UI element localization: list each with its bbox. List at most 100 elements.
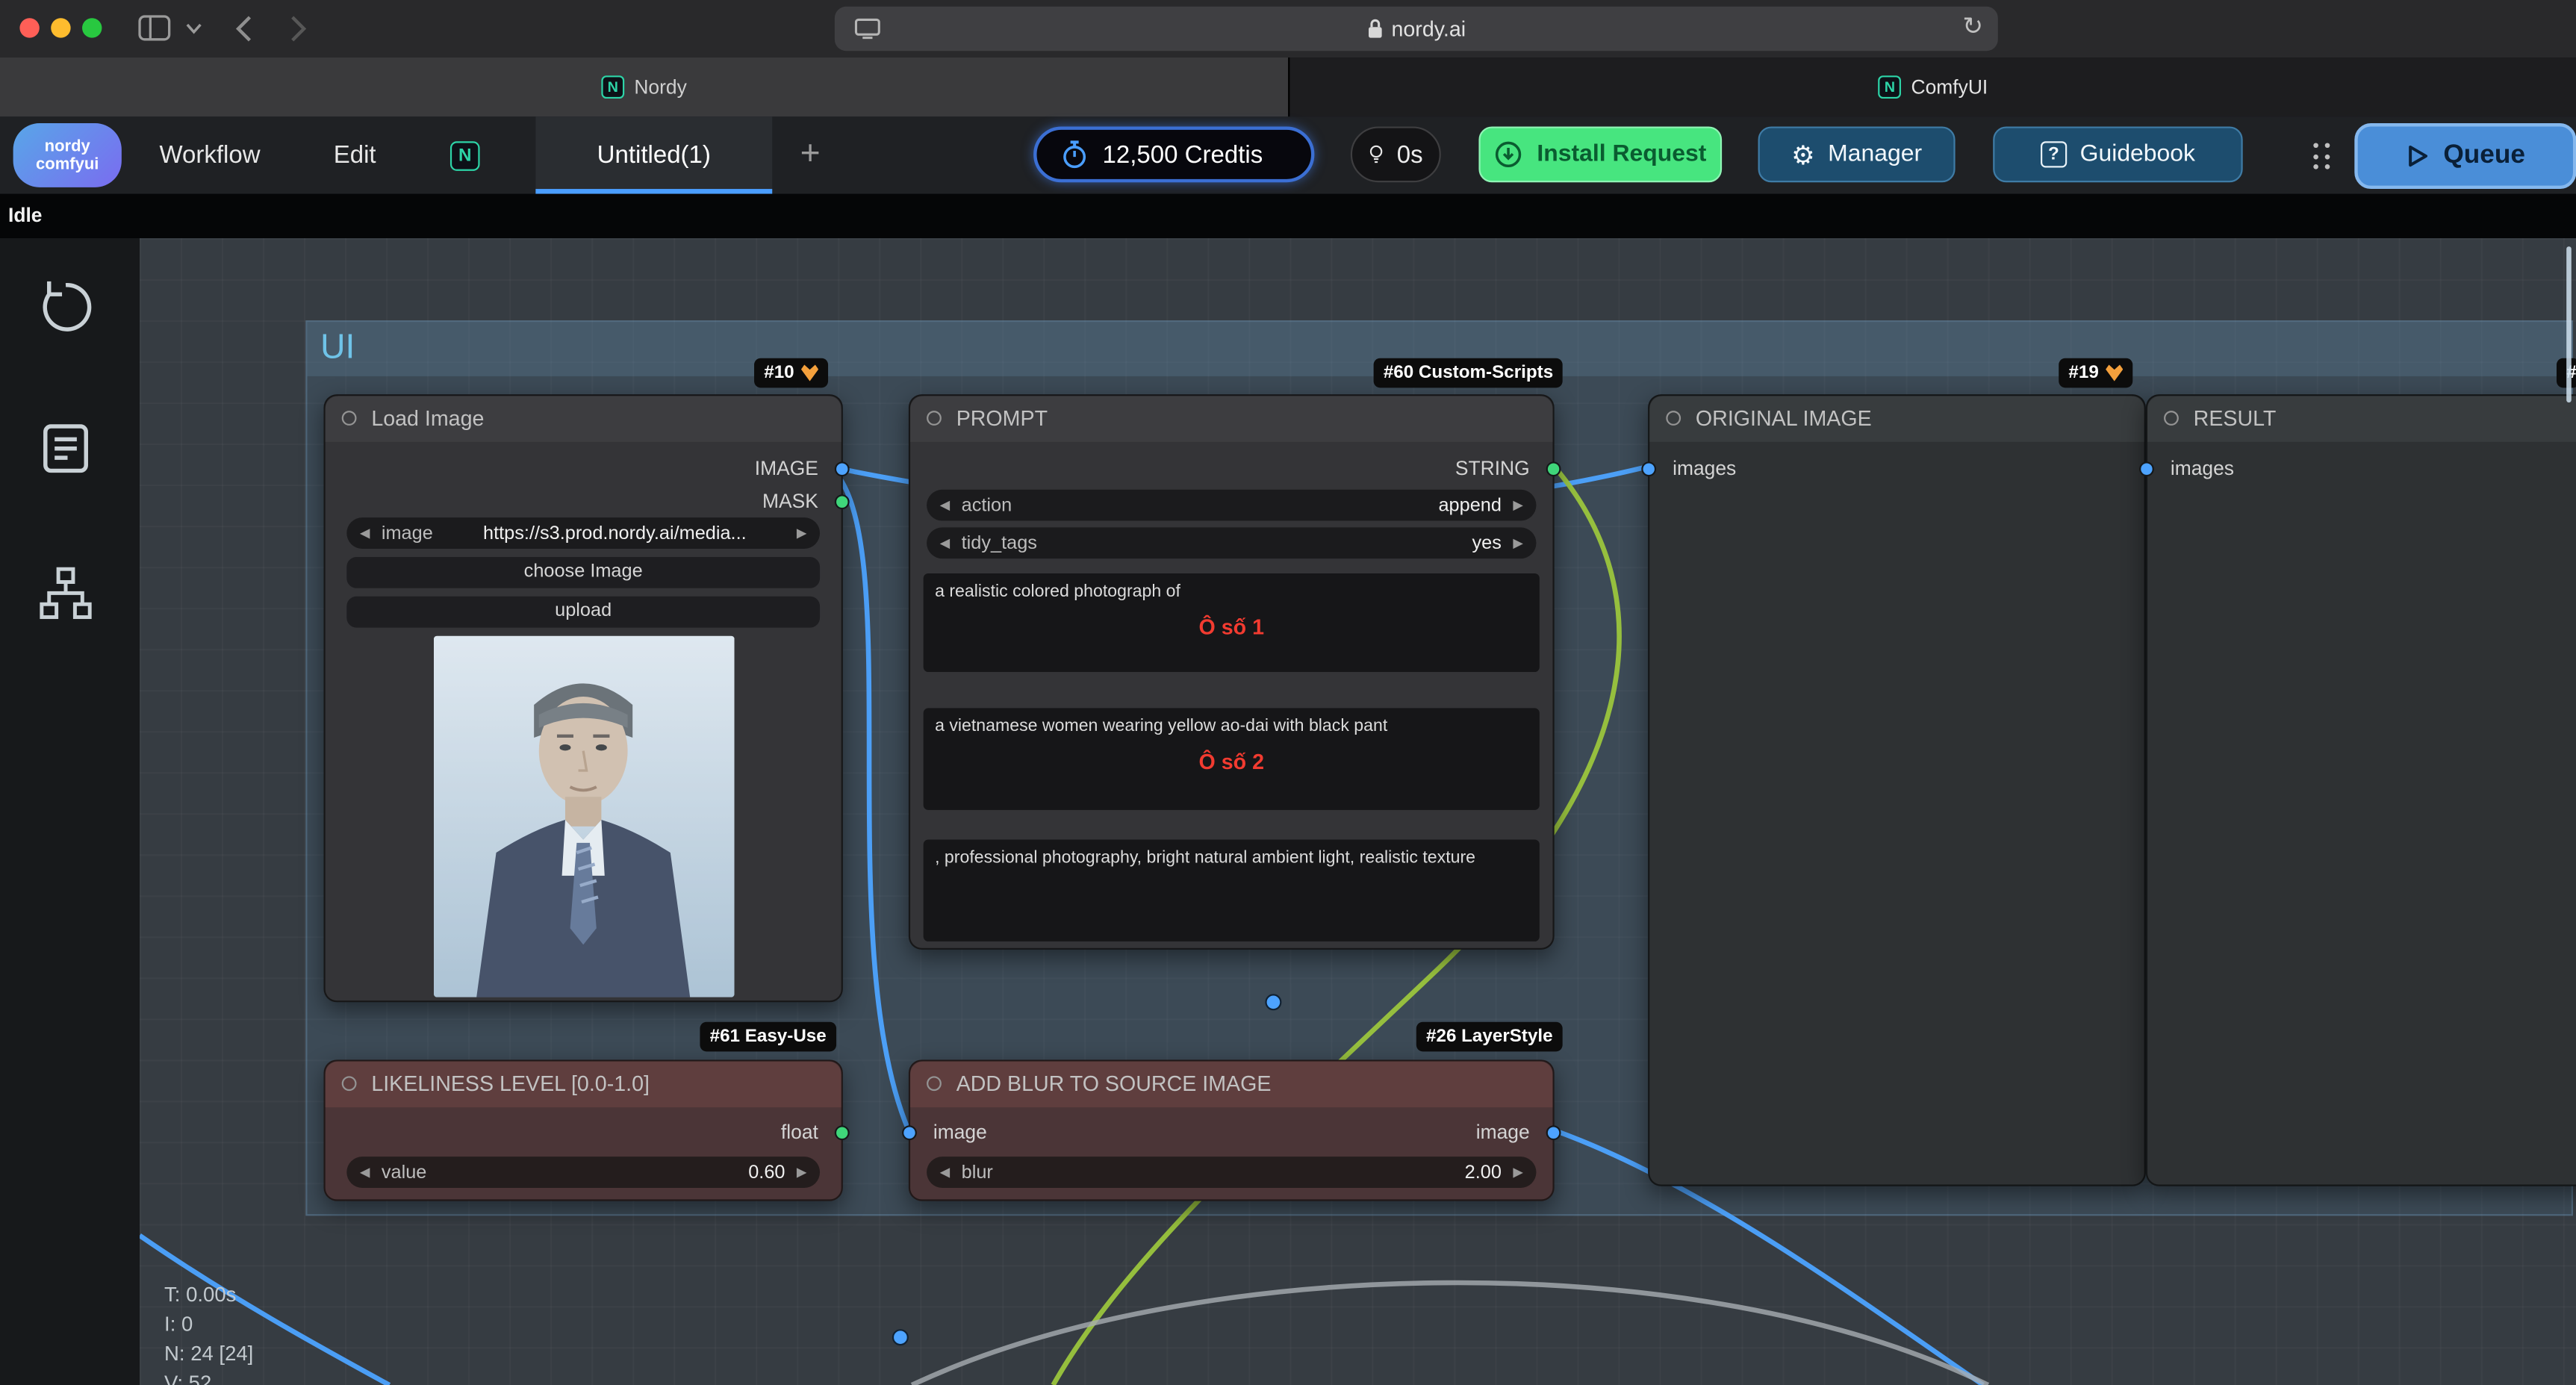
queue-label: Queue (2443, 141, 2525, 171)
guidebook-label: Guidebook (2080, 141, 2195, 167)
input-slot-images[interactable] (2139, 461, 2154, 476)
node-order-badge: #61 Easy-Use (700, 1022, 836, 1052)
manager-label: Manager (1828, 141, 1922, 167)
workflow-graph-icon[interactable] (34, 564, 97, 623)
choose-image-button[interactable]: choose Image (346, 557, 820, 588)
close-window-button[interactable] (19, 18, 39, 37)
value-widget[interactable]: ◀ value 0.60 ▶ (346, 1157, 820, 1188)
timer-pill[interactable]: 0s (1351, 126, 1441, 182)
node-load-image[interactable]: Load Image IMAGE MASK ◀ image https://s3… (323, 394, 842, 1002)
node-likeliness-level[interactable]: LIKELINESS LEVEL [0.0-1.0] float ◀ value… (323, 1059, 842, 1201)
arrow-right-icon[interactable]: ▶ (1513, 535, 1523, 550)
output-slot-float[interactable] (835, 1125, 850, 1140)
sidebar-toggle-icon[interactable] (138, 15, 171, 41)
input-slot-images[interactable] (1641, 461, 1656, 476)
tab-nordy[interactable]: N Nordy (0, 57, 1288, 116)
browser-titlebar: nordy.ai ↻ (0, 0, 2576, 57)
arrow-left-icon[interactable]: ◀ (940, 535, 951, 550)
output-slot-string[interactable] (1546, 461, 1561, 476)
output-slot-image[interactable] (835, 461, 850, 476)
tidy-tags-widget[interactable]: ◀ tidy_tags yes ▶ (927, 527, 1536, 558)
arrow-left-icon[interactable]: ◀ (940, 498, 951, 513)
back-button[interactable] (235, 15, 253, 43)
left-sidebar (0, 238, 140, 1385)
fox-icon (2106, 365, 2124, 382)
timer-label: 0s (1397, 140, 1423, 168)
url-text: nordy.ai (1391, 16, 1466, 41)
arrow-right-icon[interactable]: ▶ (1513, 498, 1523, 513)
node-header[interactable]: ORIGINAL IMAGE (1649, 396, 2144, 442)
action-widget[interactable]: ◀ action append ▶ (927, 490, 1536, 521)
output-slot-image[interactable] (1546, 1125, 1561, 1140)
arrow-left-icon[interactable]: ◀ (940, 1165, 951, 1180)
app-toolbar: nordy comfyui Workflow Edit N Untitled(1… (0, 116, 2576, 193)
browser-tabbar: N Nordy N ComfyUI (0, 57, 2576, 116)
prompt-textarea-3[interactable]: , professional photography, bright natur… (924, 839, 1540, 941)
collapse-dot-icon[interactable] (2164, 411, 2179, 426)
node-header[interactable]: PROMPT (910, 396, 1552, 442)
install-request-button[interactable]: Install Request (1478, 126, 1722, 182)
fox-icon (800, 365, 818, 382)
tab-comfyui[interactable]: N ComfyUI (1288, 57, 2576, 116)
download-circle-icon (1494, 140, 1524, 169)
prompt-textarea-1[interactable]: a realistic colored photograph of Ô số 1 (924, 573, 1540, 672)
grid-handle-icon[interactable] (2313, 143, 2329, 169)
upload-button[interactable]: upload (346, 597, 820, 628)
menu-edit[interactable]: Edit (334, 116, 376, 193)
guidebook-button[interactable]: ? Guidebook (1993, 126, 2242, 182)
node-result[interactable]: RESULT images (2146, 394, 2576, 1186)
tab-label: Nordy (634, 75, 686, 99)
node-title: PROMPT (956, 396, 1048, 442)
collapse-dot-icon[interactable] (342, 1076, 357, 1091)
stat-time: T: 0.00s (164, 1280, 253, 1310)
node-header[interactable]: ADD BLUR TO SOURCE IMAGE (910, 1062, 1552, 1108)
arrow-right-icon[interactable]: ▶ (1513, 1165, 1523, 1180)
collapse-dot-icon[interactable] (342, 411, 357, 426)
link-dot (1265, 994, 1281, 1010)
forward-button[interactable] (289, 15, 307, 43)
queue-button[interactable]: Queue (2354, 123, 2576, 189)
add-workflow-tab-button[interactable]: + (800, 116, 821, 193)
n-badge-icon[interactable]: N (450, 141, 480, 171)
canvas-scrollbar[interactable] (2566, 246, 2572, 402)
logo-line1: nordy (45, 137, 90, 155)
log-document-icon[interactable] (34, 419, 97, 478)
image-path-widget[interactable]: ◀ image https://s3.prod.nordy.ai/media..… (346, 517, 820, 549)
arrow-right-icon[interactable]: ▶ (797, 526, 807, 541)
node-canvas[interactable]: UI Load Image IMAGE MASK (140, 238, 2576, 1385)
zoom-window-button[interactable] (82, 18, 102, 37)
node-original-image[interactable]: ORIGINAL IMAGE images (1648, 394, 2146, 1186)
widget-label: image (382, 523, 433, 543)
collapse-dot-icon[interactable] (927, 1076, 942, 1091)
output-label-image: IMAGE (755, 455, 818, 482)
node-header[interactable]: LIKELINESS LEVEL [0.0-1.0] (326, 1062, 841, 1108)
image-preview[interactable] (434, 636, 735, 997)
blur-widget[interactable]: ◀ blur 2.00 ▶ (927, 1157, 1536, 1188)
workflow-tab-untitled[interactable]: Untitled(1) (535, 116, 772, 193)
node-prompt[interactable]: PROMPT STRING ◀ action append ▶ ◀ tidy_t… (909, 394, 1555, 950)
menu-workflow[interactable]: Workflow (159, 116, 260, 193)
nordy-comfyui-logo[interactable]: nordy comfyui (13, 123, 122, 187)
arrow-right-icon[interactable]: ▶ (797, 1165, 807, 1180)
output-slot-mask[interactable] (835, 494, 850, 509)
node-header[interactable]: RESULT (2147, 396, 2576, 442)
input-slot-image[interactable] (902, 1125, 917, 1140)
input-label-images: images (2171, 455, 2234, 482)
input-label-images: images (1673, 455, 1736, 482)
collapse-dot-icon[interactable] (1666, 411, 1681, 426)
node-add-blur[interactable]: ADD BLUR TO SOURCE IMAGE image image ◀ b… (909, 1059, 1555, 1201)
manager-button[interactable]: ⚙ Manager (1758, 126, 1956, 182)
chevron-down-icon[interactable] (186, 23, 202, 34)
address-bar[interactable]: nordy.ai ↻ (835, 7, 1998, 51)
history-icon[interactable] (34, 278, 97, 337)
prompt-textarea-2[interactable]: a vietnamese women wearing yellow ao-dai… (924, 708, 1540, 809)
workflow-tab-label: Untitled(1) (597, 141, 711, 169)
credits-pill[interactable]: 12,500 Credtis (1033, 126, 1314, 182)
display-icon[interactable] (854, 18, 880, 40)
arrow-left-icon[interactable]: ◀ (360, 1165, 370, 1180)
arrow-left-icon[interactable]: ◀ (360, 526, 370, 541)
reload-icon[interactable]: ↻ (1962, 11, 1983, 41)
minimize-window-button[interactable] (51, 18, 70, 37)
collapse-dot-icon[interactable] (927, 411, 942, 426)
node-header[interactable]: Load Image (326, 396, 841, 442)
